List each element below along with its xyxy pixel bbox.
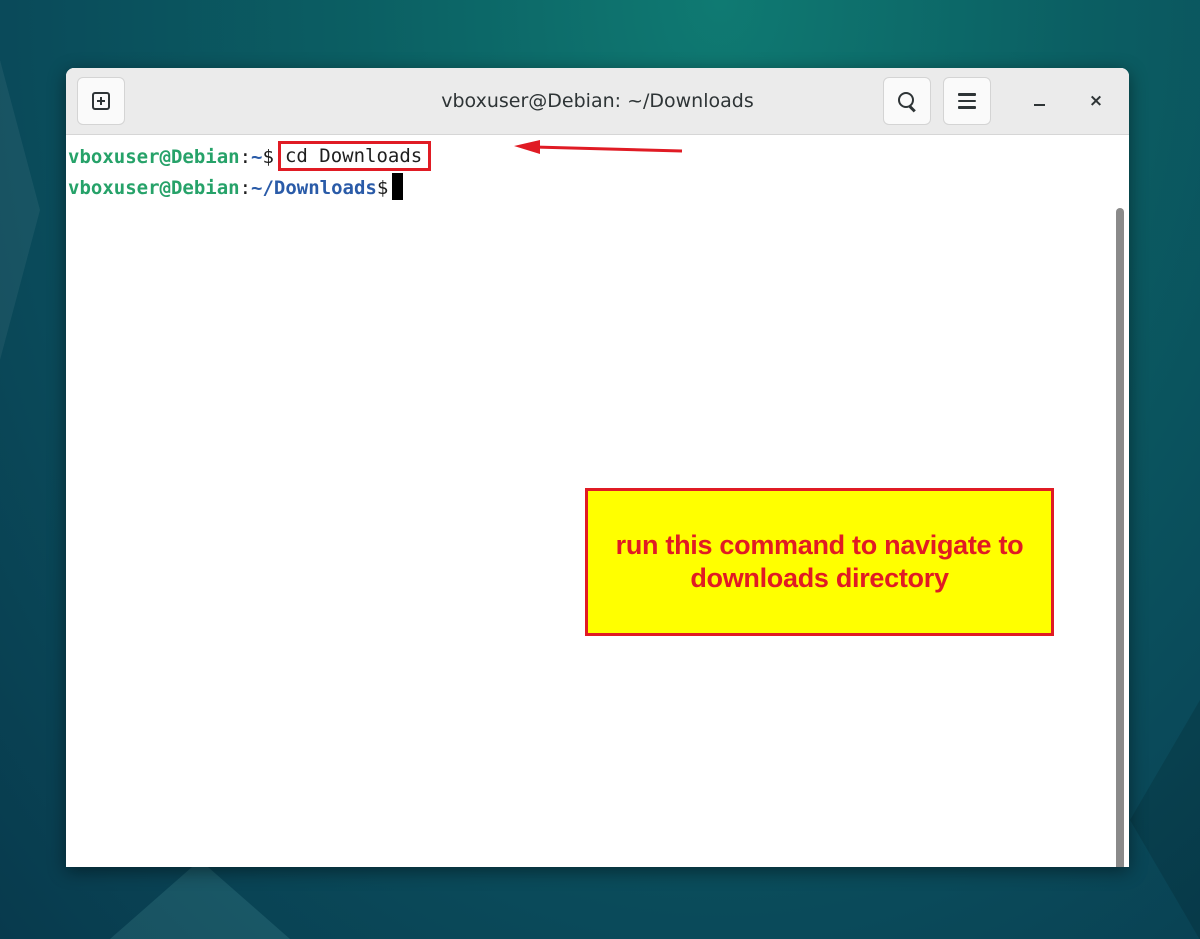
close-button[interactable]: × — [1081, 86, 1111, 116]
minimize-button[interactable] — [1024, 86, 1054, 116]
close-icon: × — [1088, 91, 1104, 111]
hamburger-menu-icon — [958, 93, 976, 109]
highlighted-command: cd Downloads — [277, 141, 432, 171]
prompt-separator: : — [239, 177, 252, 199]
prompt-separator: : — [239, 146, 252, 168]
terminal-line: vboxuser@Debian:~/Downloads$ — [68, 173, 404, 200]
header-bar: vboxuser@Debian: ~/Downloads × — [66, 68, 1129, 135]
wallpaper-shape — [0, 60, 40, 360]
new-tab-button[interactable] — [77, 77, 125, 125]
annotation-arrow — [514, 140, 683, 154]
text-cursor — [392, 173, 404, 200]
prompt-symbol: $ — [262, 146, 274, 168]
terminal-line: vboxuser@Debian:~$ cd Downloads — [68, 141, 432, 172]
desktop-background: vboxuser@Debian: ~/Downloads × vboxuser@… — [0, 0, 1200, 939]
search-button[interactable] — [883, 77, 931, 125]
wallpaper-shape — [110, 860, 290, 939]
terminal-window: vboxuser@Debian: ~/Downloads × vboxuser@… — [66, 68, 1129, 867]
scrollbar[interactable] — [1116, 208, 1124, 867]
minimize-icon — [1033, 103, 1045, 107]
annotation-callout: run this command to navigate to download… — [585, 488, 1054, 636]
prompt-user-host: vboxuser@Debian — [68, 177, 240, 199]
menu-button[interactable] — [943, 77, 991, 125]
prompt-symbol: $ — [376, 177, 389, 199]
search-icon — [897, 91, 917, 113]
prompt-user-host: vboxuser@Debian — [68, 146, 240, 168]
wallpaper-shape — [1130, 700, 1200, 939]
prompt-path: ~ — [251, 146, 263, 168]
prompt-path: ~/Downloads — [251, 177, 377, 199]
new-tab-icon — [92, 92, 110, 110]
